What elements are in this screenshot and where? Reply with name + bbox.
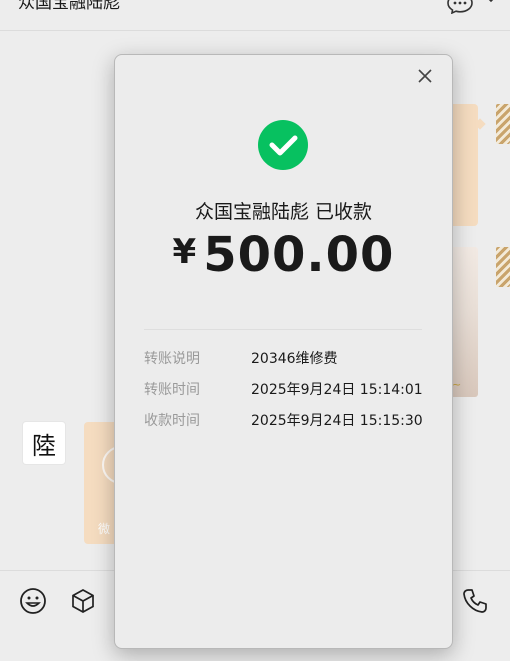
chevron-down-icon[interactable] <box>484 0 498 6</box>
cube-icon[interactable] <box>69 587 97 615</box>
chat-title: 众国宝融陆彪 <box>18 0 120 13</box>
success-badge <box>258 120 308 170</box>
check-icon <box>269 135 298 156</box>
detail-label: 转账说明 <box>144 351 200 367</box>
transfer-amount: ¥500.00 <box>115 227 452 283</box>
detail-value: 20346维修费 <box>251 351 338 367</box>
detail-label: 收款时间 <box>144 413 200 429</box>
detail-row-transfer-time: 转账时间 2025年9月24日 15:14:01 <box>144 379 434 399</box>
detail-value: 2025年9月24日 15:14:01 <box>251 382 423 398</box>
avatar[interactable] <box>496 104 510 144</box>
decoration: ~ <box>452 378 462 391</box>
avatar-glyph: 陸 <box>32 432 56 460</box>
detail-value: 2025年9月24日 15:15:30 <box>251 413 423 429</box>
avatar[interactable] <box>496 247 510 287</box>
avatar[interactable]: 陸 <box>23 422 65 464</box>
receipt-status: 众国宝融陆彪 已收款 <box>194 201 373 223</box>
currency-symbol: ¥ <box>172 232 198 272</box>
chat-header: 众国宝融陆彪 <box>0 0 510 31</box>
transfer-receipt-dialog: 众国宝融陆彪 已收款 ¥500.00 转账说明 20346维修费 转账时间 20… <box>114 54 453 649</box>
phone-icon[interactable] <box>461 587 489 615</box>
bubble-label: 微 <box>98 522 111 536</box>
amount-value: 500.00 <box>203 227 395 283</box>
detail-label: 转账时间 <box>144 382 200 398</box>
emoji-icon[interactable] <box>19 587 47 615</box>
divider <box>144 329 422 330</box>
close-icon[interactable] <box>416 67 434 85</box>
chat-bubble-icon[interactable] <box>446 0 474 14</box>
detail-row-received-time: 收款时间 2025年9月24日 15:15:30 <box>144 410 434 430</box>
detail-row-note: 转账说明 20346维修费 <box>144 348 434 368</box>
